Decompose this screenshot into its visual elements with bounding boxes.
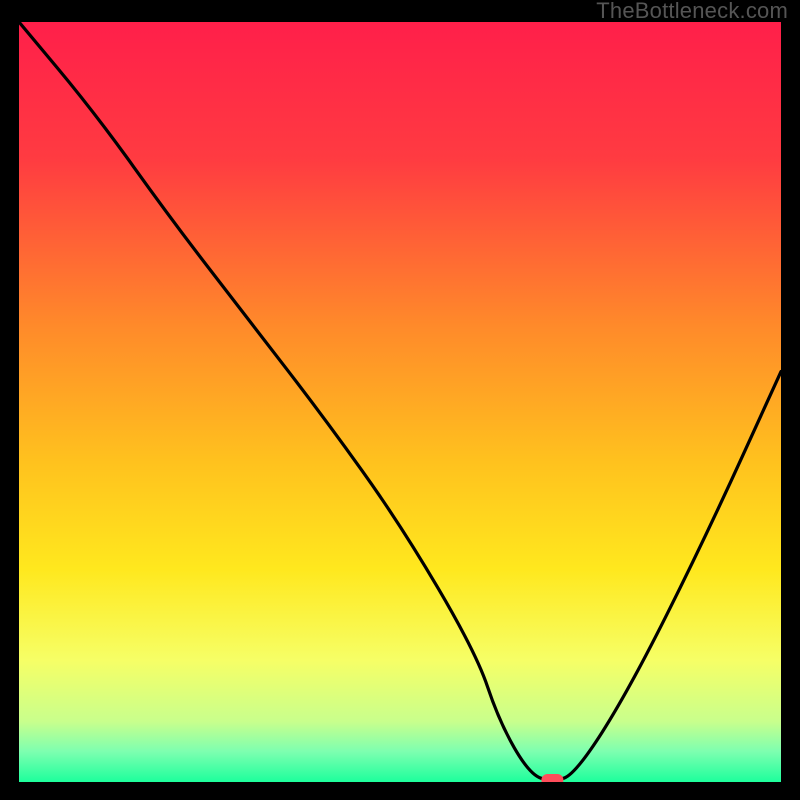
gradient-backdrop [19,22,781,782]
chart-svg [19,22,781,782]
plot-area [19,22,781,782]
optimal-marker [541,774,563,782]
watermark-text: TheBottleneck.com [596,0,788,24]
chart-frame: TheBottleneck.com [0,0,800,800]
